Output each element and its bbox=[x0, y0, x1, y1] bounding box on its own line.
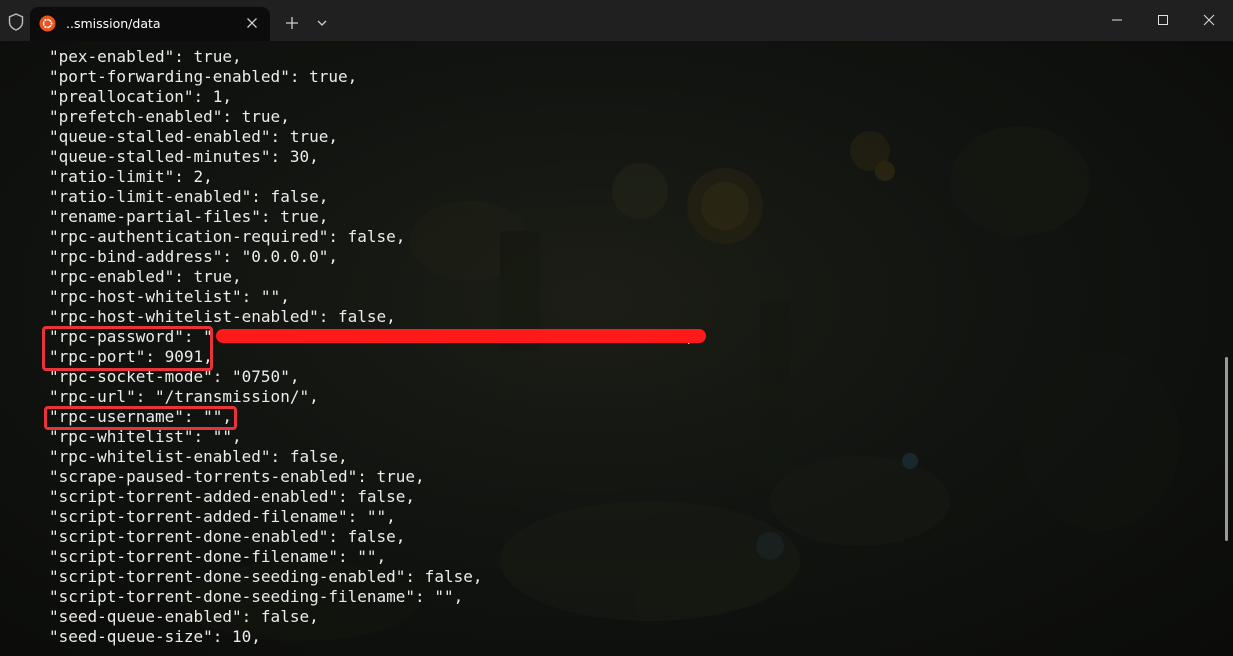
maximize-icon bbox=[1158, 15, 1168, 25]
config-line: "script-torrent-added-filename": "", bbox=[49, 507, 396, 526]
chevron-down-icon[interactable] bbox=[312, 12, 332, 34]
close-icon bbox=[1203, 14, 1215, 26]
shield-icon bbox=[8, 13, 24, 31]
config-line: "script-torrent-done-seeding-enabled": f… bbox=[49, 567, 483, 586]
ubuntu-icon bbox=[39, 15, 56, 32]
config-line: "rpc-authentication-required": false, bbox=[49, 227, 406, 246]
tab-title: ..smission/data bbox=[66, 16, 161, 31]
config-line: "script-torrent-added-enabled": false, bbox=[49, 487, 416, 506]
config-line: "pex-enabled": true, bbox=[49, 47, 242, 66]
config-line: "prefetch-enabled": true, bbox=[49, 107, 290, 126]
scrollbar[interactable] bbox=[1221, 41, 1233, 656]
config-line: "port-forwarding-enabled": true, bbox=[49, 67, 358, 86]
title-bar: ..smission/data bbox=[0, 0, 1233, 41]
config-line: "queue-stalled-enabled": true, bbox=[49, 127, 338, 146]
config-line: "rpc-url": "/transmission/", bbox=[49, 387, 319, 406]
config-line: "rpc-bind-address": "0.0.0.0", bbox=[49, 247, 338, 266]
config-line: "ratio-limit-enabled": false, bbox=[49, 187, 329, 206]
terminal-output[interactable]: "pex-enabled": true, "port-forwarding-en… bbox=[0, 41, 1233, 656]
config-line: "scrape-paused-torrents-enabled": true, bbox=[49, 467, 425, 486]
close-icon[interactable] bbox=[243, 14, 261, 32]
highlight-box-username bbox=[44, 406, 237, 430]
config-line: "script-torrent-done-filename": "", bbox=[49, 547, 387, 566]
maximize-button[interactable] bbox=[1140, 0, 1186, 40]
config-line: "rpc-host-whitelist": "", bbox=[49, 287, 290, 306]
config-line: "rpc-whitelist": "", bbox=[49, 427, 242, 446]
config-line: "seed-queue-enabled": false, bbox=[49, 607, 319, 626]
config-line: "script-torrent-done-enabled": false, bbox=[49, 527, 406, 546]
minimize-icon bbox=[1112, 19, 1122, 21]
config-line: "seed-queue-size": 10, bbox=[49, 627, 261, 646]
tab-active[interactable]: ..smission/data bbox=[30, 7, 270, 41]
close-window-button[interactable] bbox=[1186, 0, 1232, 40]
highlight-box-password-port bbox=[42, 326, 213, 371]
config-line: "preallocation": 1, bbox=[49, 87, 233, 106]
minimize-button[interactable] bbox=[1094, 0, 1140, 40]
password-redaction bbox=[216, 329, 706, 343]
config-line: "rpc-enabled": true, bbox=[49, 267, 242, 286]
config-line: "script-torrent-done-seeding-filename": … bbox=[49, 587, 464, 606]
config-line: "rpc-host-whitelist-enabled": false, bbox=[49, 307, 396, 326]
config-line: "rename-partial-files": true, bbox=[49, 207, 329, 226]
plus-icon[interactable] bbox=[281, 12, 303, 34]
scrollbar-thumb[interactable] bbox=[1225, 357, 1228, 541]
config-line: "rpc-whitelist-enabled": false, bbox=[49, 447, 348, 466]
config-line: "queue-stalled-minutes": 30, bbox=[49, 147, 319, 166]
config-line: "ratio-limit": 2, bbox=[49, 167, 213, 186]
terminal-window: ..smission/data "pex-enabled": true, "po… bbox=[0, 0, 1233, 656]
